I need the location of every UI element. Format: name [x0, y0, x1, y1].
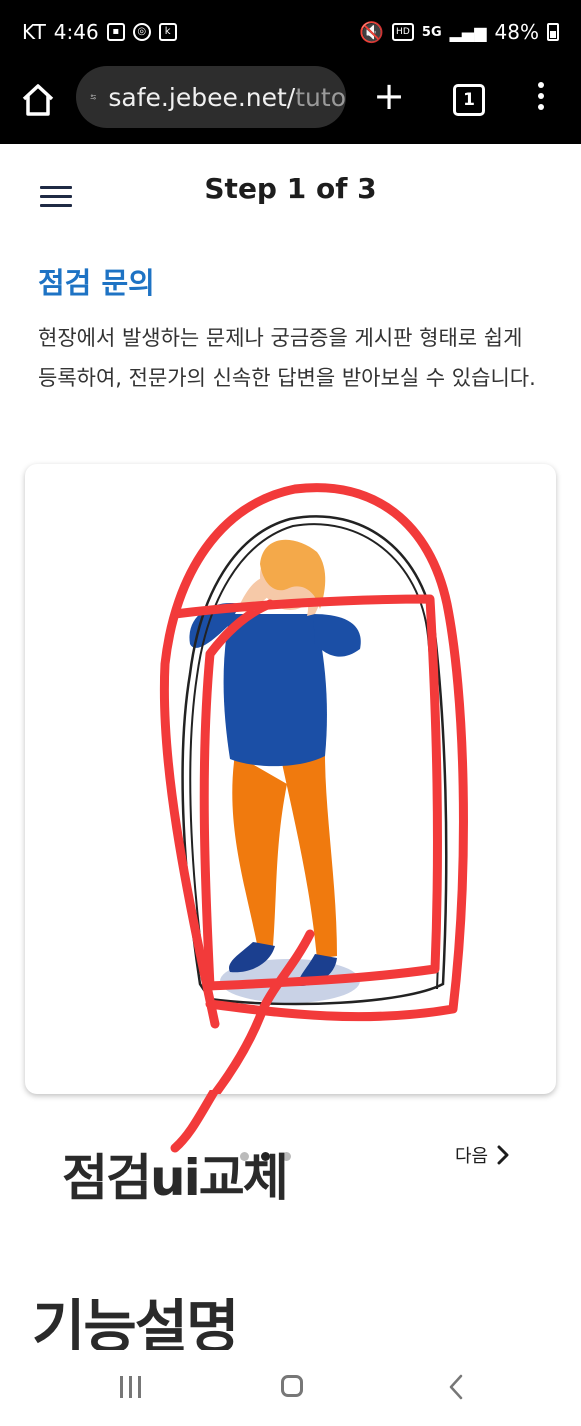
site-settings-icon[interactable]: [90, 85, 96, 109]
tab-switcher-button[interactable]: 1: [453, 84, 485, 116]
back-icon[interactable]: [448, 1374, 464, 1400]
home-icon[interactable]: [20, 82, 56, 118]
5g-icon: 5G: [421, 24, 442, 40]
gallery-icon: ▪: [106, 23, 125, 41]
status-bar: KT 4:46 ▪ ◎ k 🔇 HD 5G ▂▄▆ 48%: [0, 0, 581, 64]
person-illustration: [159, 483, 468, 1094]
address-bar[interactable]: safe.jebee.net/tuto: [76, 66, 346, 128]
step-title: Step 1 of 3: [204, 172, 377, 205]
signal-icon: ▂▄▆: [449, 22, 487, 42]
new-tab-button[interactable]: +: [373, 77, 405, 115]
illustration-card: [25, 464, 556, 1094]
mute-icon: 🔇: [359, 20, 384, 44]
home-nav-icon[interactable]: [281, 1375, 303, 1397]
section-description: 현장에서 발생하는 문제나 궁금증을 게시판 형태로 쉽게 등록하여, 전문가의…: [38, 326, 536, 390]
kt-app-icon: k: [158, 23, 177, 41]
more-menu-icon[interactable]: [536, 82, 546, 114]
clock: 4:46: [53, 20, 99, 44]
chevron-right-icon: [497, 1145, 509, 1165]
next-button[interactable]: 다음: [455, 1142, 510, 1168]
next-label: 다음: [455, 1146, 489, 1167]
sync-icon: ◎: [132, 23, 151, 41]
annotation-note-ui-change: 점검ui교체: [62, 1149, 289, 1207]
battery-icon: [547, 23, 559, 41]
recents-icon[interactable]: [120, 1376, 144, 1398]
battery-text: 48%: [494, 20, 539, 44]
browser-toolbar: safe.jebee.net/tuto + 1: [0, 64, 581, 144]
hd-voice-icon: HD: [391, 23, 414, 41]
url-domain: safe.jebee.net/: [108, 82, 296, 112]
carrier-label: KT: [22, 20, 46, 44]
system-nav-bar: [0, 1350, 581, 1426]
section-title: 점검 문의: [38, 266, 155, 300]
url-path: tuto: [295, 82, 346, 112]
